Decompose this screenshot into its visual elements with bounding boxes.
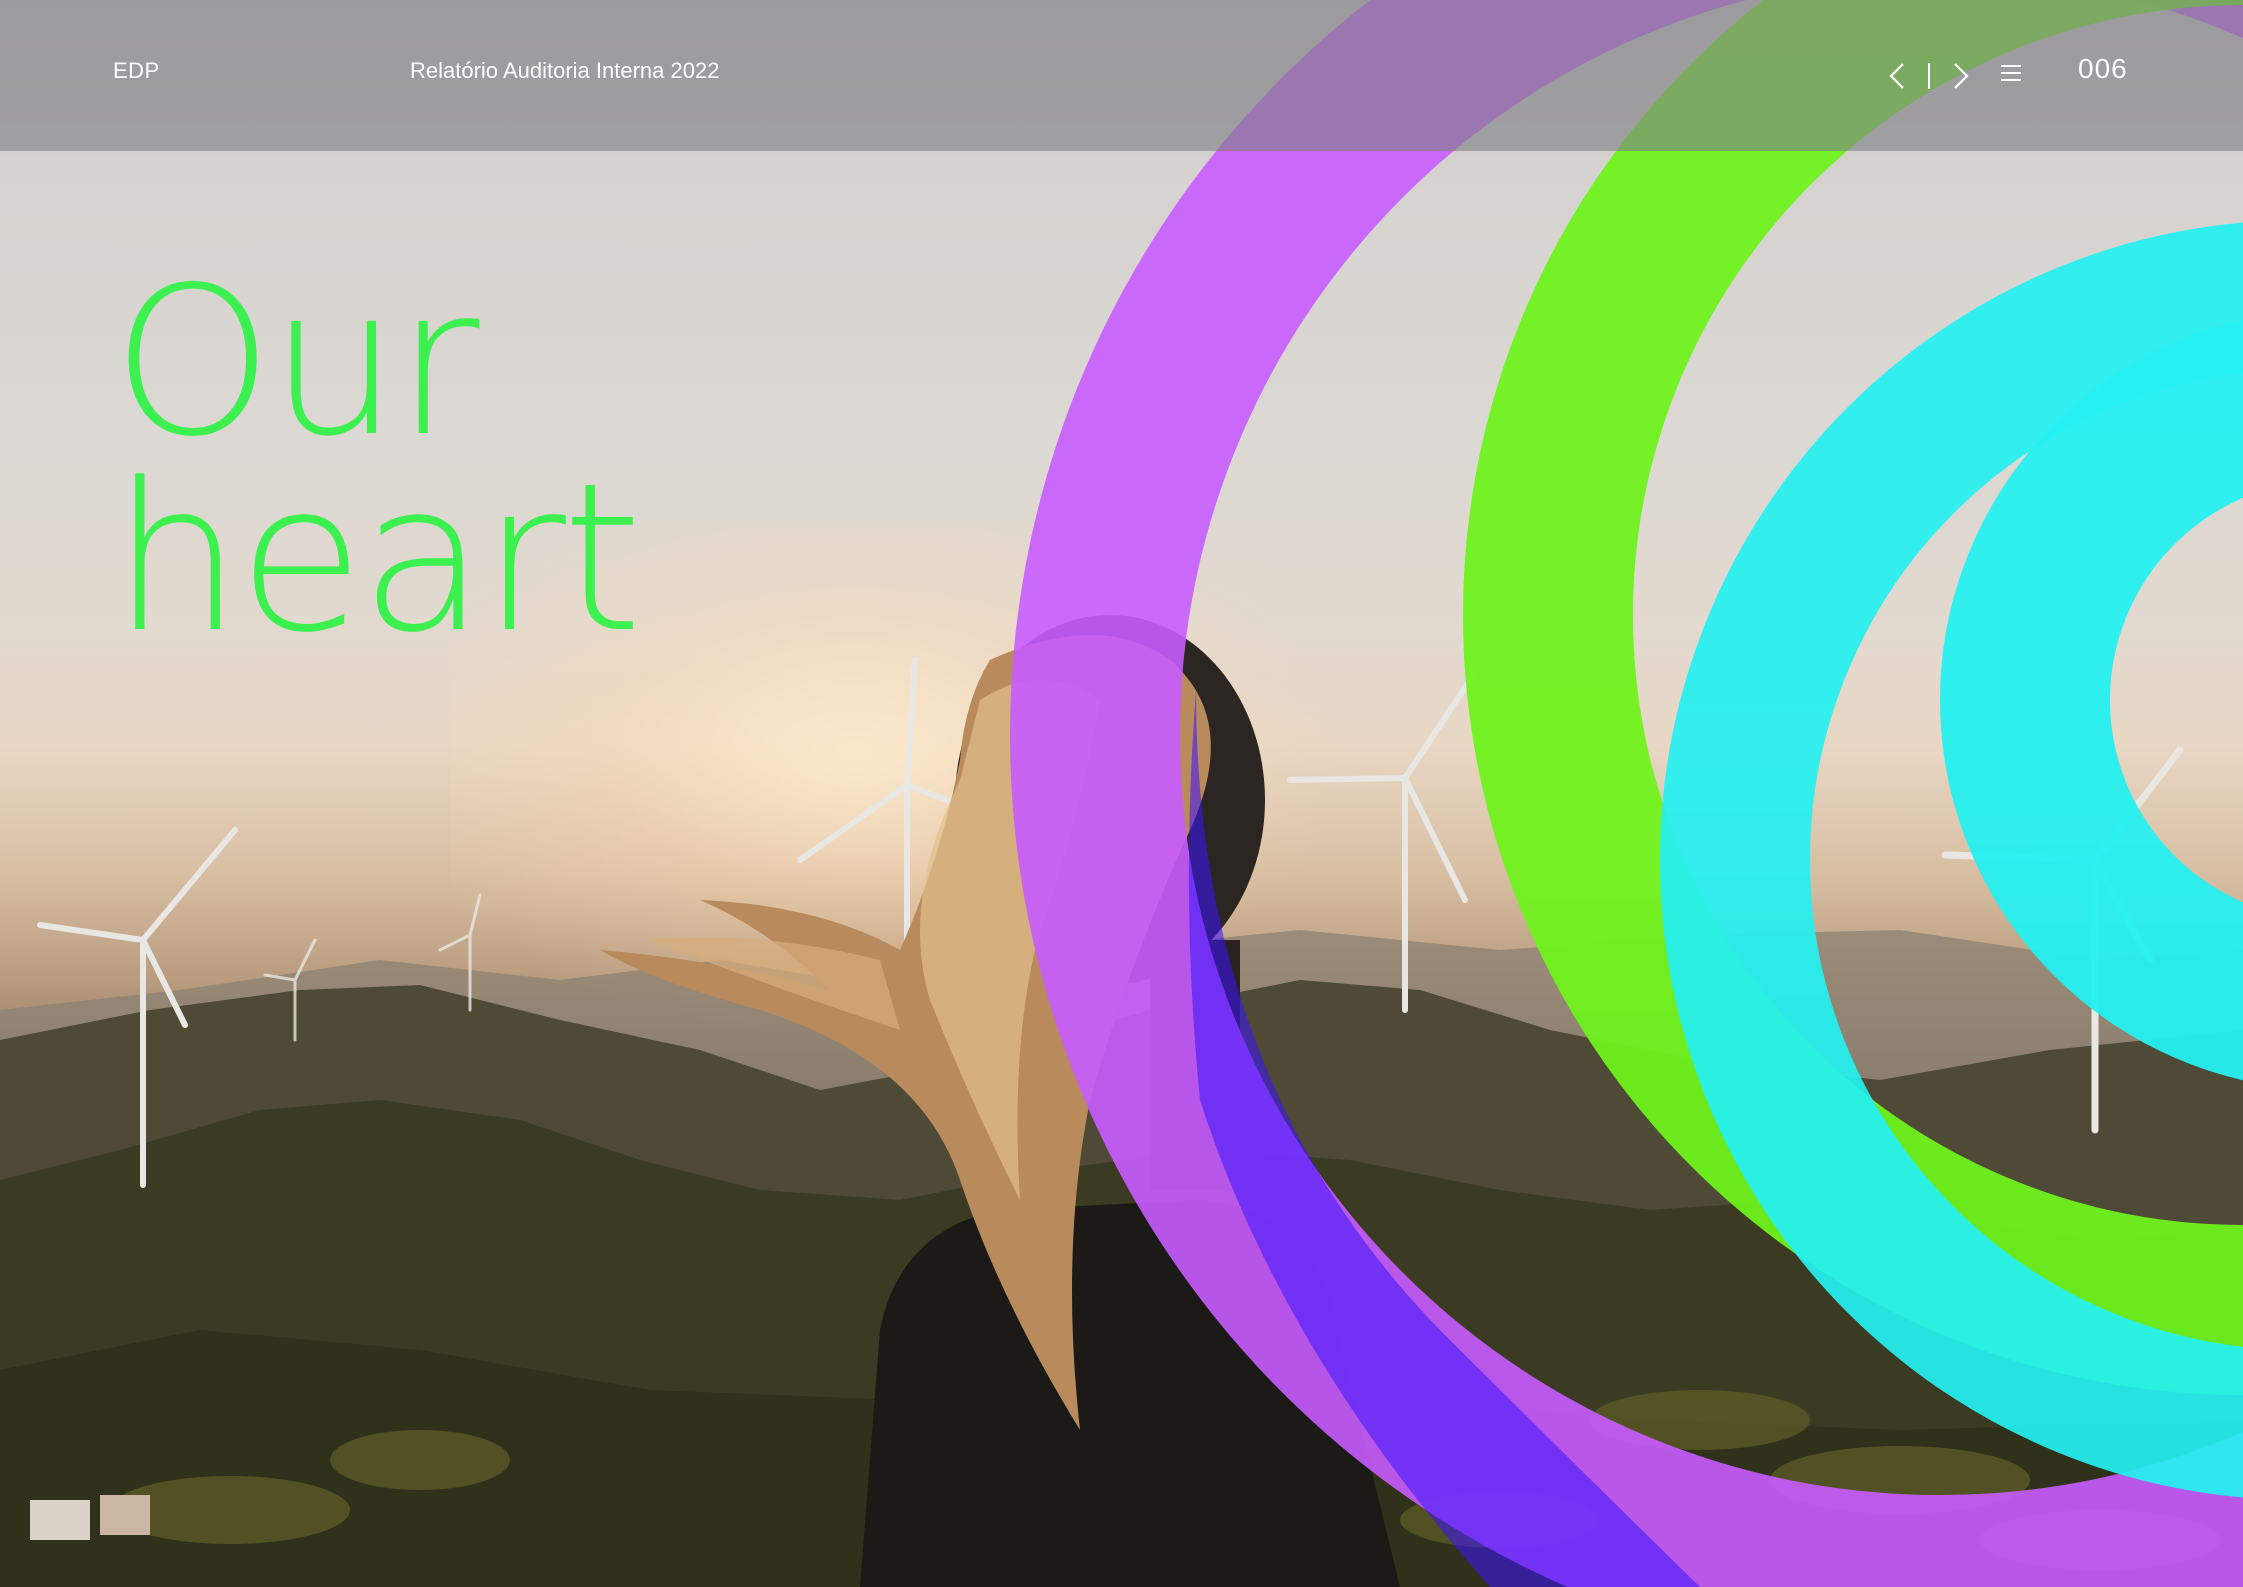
menu-icon [2001,65,2021,81]
nav-separator [1928,63,1930,89]
section-heading: Our heart [112,244,642,678]
document-title: Relatório Auditoria Interna 2022 [410,58,720,83]
chevron-left-icon [1889,63,1904,89]
top-header-bar: EDP Relatório Auditoria Interna 2022 006 [0,0,2243,151]
page-number: 006 [2078,53,2128,84]
report-page: EDP Relatório Auditoria Interna 2022 006… [0,0,2243,1587]
brand-label[interactable]: EDP [113,58,160,84]
brand-rings-graphic [1010,0,2243,1587]
next-page-button[interactable] [1944,56,1978,96]
menu-button[interactable] [2000,62,2028,88]
heading-line-2: heart [112,440,642,678]
heading-line-1: Our [112,244,480,482]
chevron-right-icon [1954,63,1969,89]
page-navigation [1880,56,1978,96]
previous-page-button[interactable] [1880,56,1914,96]
